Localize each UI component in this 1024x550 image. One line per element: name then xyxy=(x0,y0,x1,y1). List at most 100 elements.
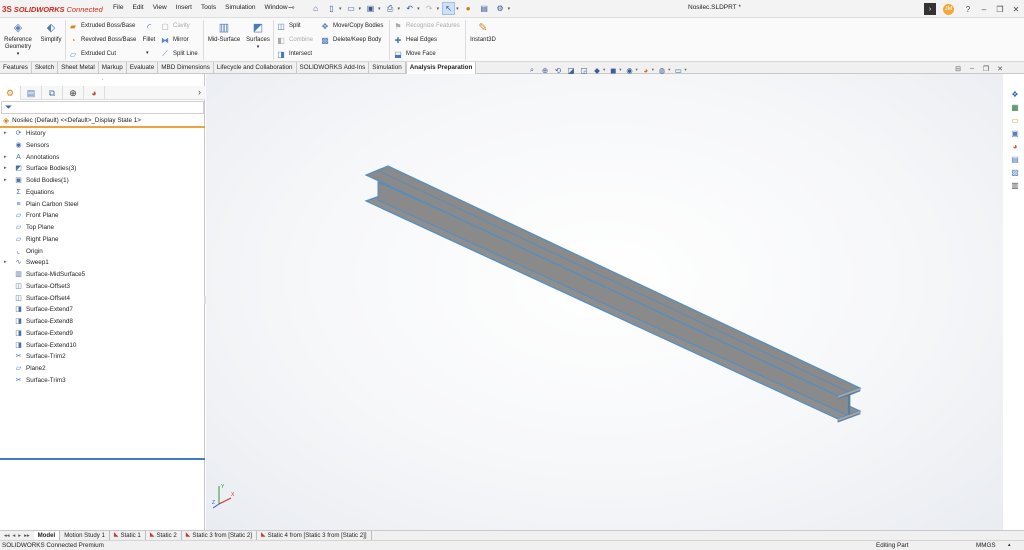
close-icon[interactable]: ✕ xyxy=(1008,2,1024,16)
tab-markup[interactable]: Markup xyxy=(99,62,127,74)
tree-node-sweep1[interactable]: ▸ ∿ Sweep1 xyxy=(0,257,205,269)
graphics-area[interactable]: Y X Z xyxy=(206,74,1003,530)
save-icon[interactable]: ▣ xyxy=(364,2,377,15)
model-tab-static-3-from-static-2[interactable]: ◣ Static 3 from [Static 2] xyxy=(182,531,257,540)
open-folder-icon[interactable]: ▭ xyxy=(345,2,358,15)
undo-icon[interactable]: ↶ xyxy=(403,2,416,15)
viewport-split-icon[interactable]: ⊟ xyxy=(953,65,963,73)
model-tab-static-4-from-static-3-from-static-2[interactable]: ◣ Static 4 from [Static 3 from [Static 2]… xyxy=(257,531,372,540)
dimxpert-manager-tab-icon[interactable]: ⊕ xyxy=(63,86,84,100)
minimize-icon[interactable]: – xyxy=(976,2,992,16)
print-icon[interactable]: ⎙ xyxy=(384,2,397,15)
pin-menu-icon[interactable]: ⊸ xyxy=(288,3,295,12)
combine-button[interactable]: ◧ Combine xyxy=(276,35,313,45)
viewport-close-icon[interactable]: ✕ xyxy=(995,65,1005,73)
recognize-features-button[interactable]: ⚑ Recognize Features xyxy=(393,21,459,31)
part-root-node[interactable]: ◈ Nosilec (Default) <<Default>_Display S… xyxy=(0,116,205,128)
menu-edit[interactable]: Edit xyxy=(132,4,143,11)
options-dropdown-icon[interactable]: ▾ xyxy=(508,6,511,12)
model-tab-motion-study-1[interactable]: Motion Study 1 xyxy=(60,531,110,540)
menu-insert[interactable]: Insert xyxy=(176,4,192,11)
property-manager-tab-icon[interactable]: ▤ xyxy=(21,86,42,100)
tree-node-history[interactable]: ▸ ⟳ History xyxy=(0,128,205,140)
tab-lifecycle-and-collaboration[interactable]: Lifecycle and Collaboration xyxy=(214,62,297,74)
rollback-bar[interactable] xyxy=(0,458,205,460)
tree-node-surface-extend8[interactable]: ◨ Surface-Extend8 xyxy=(0,316,205,328)
tab-sheet-metal[interactable]: Sheet Metal xyxy=(58,62,99,74)
menu-file[interactable]: File xyxy=(113,4,123,11)
unit-system-selector[interactable]: MMGS xyxy=(976,541,996,550)
tab-mbd-dimensions[interactable]: MBD Dimensions xyxy=(158,62,214,74)
fillet-button[interactable]: ◜ Fillet xyxy=(140,20,158,44)
model-tab-static-2[interactable]: ◣ Static 2 xyxy=(146,531,182,540)
expand-arrow-icon[interactable]: ▸ xyxy=(4,257,7,269)
tree-node-surface-midsurface5[interactable]: ▥ Surface-MidSurface5 xyxy=(0,269,205,281)
viewport-minimize-icon[interactable]: – xyxy=(967,65,977,73)
intersect-button[interactable]: ◨ Intersect xyxy=(276,49,312,59)
model-tab-static-1[interactable]: ◣ Static 1 xyxy=(110,531,146,540)
tree-node-origin[interactable]: ⌞ Origin xyxy=(0,246,205,258)
tree-node-surface-extend7[interactable]: ◨ Surface-Extend7 xyxy=(0,304,205,316)
surfaces-dropdown-icon[interactable]: ▾ xyxy=(257,44,260,51)
expand-arrow-icon[interactable]: ▸ xyxy=(4,128,7,140)
solidworks-resources-icon[interactable]: ❖ xyxy=(1009,89,1021,100)
tab-sketch[interactable]: Sketch xyxy=(32,62,59,74)
extruded-boss-button[interactable]: ▰ Extruded Boss/Base xyxy=(68,21,135,31)
solidworks-logo[interactable]: 3S SOLIDWORKS Connected xyxy=(2,3,103,15)
unit-dropdown-icon[interactable]: ▴ xyxy=(1008,541,1011,550)
split-button[interactable]: ◫ Split xyxy=(276,21,300,31)
new-dropdown-icon[interactable]: ▾ xyxy=(339,6,342,12)
tree-node-surface-extend9[interactable]: ◨ Surface-Extend9 xyxy=(0,328,205,340)
menu-view[interactable]: View xyxy=(153,4,167,11)
custom-properties-icon[interactable]: ▤ xyxy=(1009,154,1021,165)
tab-features[interactable]: Features xyxy=(0,62,32,74)
heal-edges-button[interactable]: ✚ Heal Edges xyxy=(393,35,437,45)
split-line-button[interactable]: ⟋ Split Line xyxy=(160,49,198,59)
tree-node-plain-carbon-steel[interactable]: ≡ Plain Carbon Steel xyxy=(0,199,205,211)
tab-analysis-preparation[interactable]: Analysis Preparation xyxy=(405,62,477,74)
tree-node-surface-trim2[interactable]: ✂ Surface-Trim2 xyxy=(0,351,205,363)
save-dropdown-icon[interactable]: ▾ xyxy=(378,6,381,12)
menu-window[interactable]: Window xyxy=(264,4,287,11)
reference-geometry-button[interactable]: ◈ Reference Geometry ▾ xyxy=(2,20,34,58)
tree-node-top-plane[interactable]: ▱ Top Plane xyxy=(0,222,205,234)
move-face-button[interactable]: ⬓ Move Face xyxy=(393,49,435,59)
tree-node-front-plane[interactable]: ▱ Front Plane xyxy=(0,210,205,222)
display-manager-tab-icon[interactable]: ◕ xyxy=(84,86,105,100)
feature-manager-tab-icon[interactable]: ⚙ xyxy=(0,86,21,100)
open-dropdown-icon[interactable]: ▾ xyxy=(359,6,362,12)
prev-tab-icon[interactable]: ◂ xyxy=(13,533,16,539)
recycle-bin-icon[interactable]: ▥ xyxy=(1009,180,1021,191)
surfaces-button[interactable]: ◩ Surfaces ▾ xyxy=(244,20,272,51)
tree-node-equations[interactable]: Σ Equations xyxy=(0,187,205,199)
file-properties-icon[interactable]: ▤ xyxy=(478,2,491,15)
view-settings-dropdown-icon[interactable]: ▾ xyxy=(684,67,686,73)
mid-surface-button[interactable]: ▥ Mid-Surface xyxy=(206,20,242,44)
select-dropdown-icon[interactable]: ▾ xyxy=(456,6,459,12)
command-prompt-icon[interactable]: › xyxy=(924,3,936,15)
menu-simulation[interactable]: Simulation xyxy=(225,4,255,11)
expand-arrow-icon[interactable]: ▸ xyxy=(4,175,7,187)
i-beam-model[interactable] xyxy=(206,74,1003,530)
print-dropdown-icon[interactable]: ▾ xyxy=(398,6,401,12)
hide-show-dropdown-icon[interactable]: ▾ xyxy=(636,67,638,73)
restore-icon[interactable]: ❐ xyxy=(992,2,1008,16)
configuration-manager-tab-icon[interactable]: ⧉ xyxy=(42,86,63,100)
next-tab-icon[interactable]: ▸ xyxy=(18,533,21,539)
move-copy-bodies-button[interactable]: ✥ Move/Copy Bodies xyxy=(320,21,384,31)
tab-evaluate[interactable]: Evaluate xyxy=(127,62,159,74)
select-arrow-icon[interactable]: ↖ xyxy=(442,2,456,15)
extruded-cut-button[interactable]: ▱ Extruded Cut xyxy=(68,49,116,59)
tree-node-surface-offset4[interactable]: ◫ Surface-Offset4 xyxy=(0,293,205,305)
expand-arrow-icon[interactable]: ▸ xyxy=(4,163,7,175)
first-tab-icon[interactable]: ◂◂ xyxy=(4,533,10,539)
tree-node-surface-trim3[interactable]: ✂ Surface-Trim3 xyxy=(0,375,205,387)
model-tab-model[interactable]: Model xyxy=(33,531,61,540)
instant3d-button[interactable]: ✎ Instant3D xyxy=(467,20,499,44)
tree-node-sensors[interactable]: ◉ Sensors xyxy=(0,140,205,152)
expand-panel-icon[interactable]: › xyxy=(198,87,201,97)
panel-collapse-handle[interactable]: ◦ xyxy=(0,74,205,86)
feature-filter-input[interactable]: ⏷ xyxy=(1,101,204,114)
appearance-dropdown-icon[interactable]: ▾ xyxy=(652,67,654,73)
tab-simulation[interactable]: Simulation xyxy=(369,62,406,74)
